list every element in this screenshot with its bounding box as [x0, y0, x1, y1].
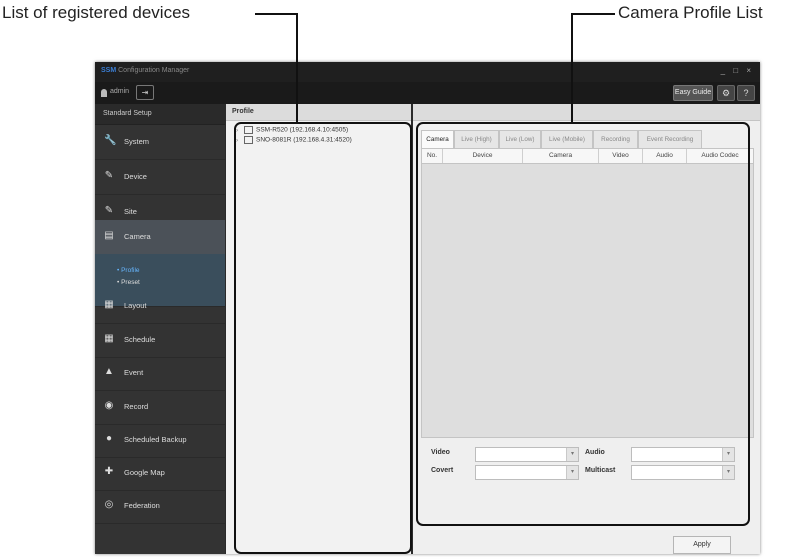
help-icon[interactable]: ? [737, 85, 755, 101]
sidebar-item-label: Federation [124, 501, 160, 510]
title-bar: SSM Configuration Manager _ □ × [95, 62, 760, 82]
sidebar-item-label: Device [124, 172, 147, 181]
sidebar-item-label: Event [124, 368, 144, 377]
leader-line [571, 13, 615, 15]
sidebar-item-label: Schedule [124, 335, 156, 344]
sidebar-item-event[interactable]: ▲ Event [95, 356, 225, 391]
layout-icon: ▦ [104, 299, 114, 310]
callout-box-devices [234, 122, 412, 554]
sidebar-item-scheduled-backup[interactable]: ● Scheduled Backup [95, 423, 225, 458]
sidebar-item-federation[interactable]: ◎ Federation [95, 489, 225, 524]
leader-line [296, 13, 298, 123]
backup-icon: ● [105, 433, 113, 444]
sidebar-item-label: System [124, 137, 150, 146]
leader-line [255, 13, 297, 15]
app-title-text: Configuration Manager [118, 67, 190, 74]
sidebar-item-device[interactable]: ✎ Device [95, 160, 225, 195]
gear-icon[interactable]: ⚙ [717, 85, 735, 101]
apply-button[interactable]: Apply [673, 536, 731, 554]
user-bar: admin ⇥ Easy Guide ⚙ ? [95, 82, 760, 104]
callout-box-profiles [416, 122, 750, 526]
sidebar-item-layout[interactable]: ▦ Layout [95, 289, 225, 324]
wrench-icon: 🔧 [104, 135, 117, 146]
map-icon: ✚ [104, 466, 114, 477]
sidebar: Standard Setup 🔧 System ✎ Device ✎ Site … [95, 104, 225, 554]
window-controls[interactable]: _ □ × [721, 66, 754, 75]
edit-icon: ✎ [104, 170, 114, 181]
sidebar-item-label: Scheduled Backup [124, 435, 187, 444]
sidebar-item-label: Google Map [124, 468, 165, 477]
sidebar-item-record[interactable]: ◉ Record [95, 390, 225, 425]
app-brand: SSM [101, 67, 117, 74]
sidebar-item-label: Camera [124, 232, 151, 241]
user-icon [101, 89, 107, 97]
sidebar-item-system[interactable]: 🔧 System [95, 125, 225, 160]
easy-guide-button[interactable]: Easy Guide [673, 85, 713, 101]
sidebar-item-label: Site [124, 207, 137, 216]
calendar-icon: ▦ [104, 333, 114, 344]
submenu-item-preset[interactable]: • Preset [117, 279, 140, 286]
profile-panel-header [413, 104, 760, 121]
callout-profile-label: Camera Profile List [618, 3, 763, 22]
sidebar-item-schedule[interactable]: ▦ Schedule [95, 323, 225, 358]
camera-list-icon: ▤ [104, 230, 114, 241]
sidebar-header: Standard Setup [95, 104, 225, 125]
callout-devices-label: List of registered devices [2, 3, 191, 22]
submenu-item-profile[interactable]: • Profile [117, 267, 140, 274]
federation-icon: ◎ [104, 499, 114, 510]
leader-line [571, 13, 573, 123]
sidebar-item-label: Layout [124, 301, 147, 310]
user-name: admin [110, 88, 130, 95]
sidebar-item-camera[interactable]: ▤ Camera [95, 220, 225, 255]
alarm-icon: ▲ [104, 366, 114, 377]
sidebar-item-label: Record [124, 402, 149, 411]
profile-header: Profile [226, 104, 411, 121]
edit-icon: ✎ [104, 205, 114, 216]
record-icon: ◉ [104, 400, 114, 411]
sidebar-item-google-map[interactable]: ✚ Google Map [95, 456, 225, 491]
app-title: SSM Configuration Manager [101, 67, 189, 74]
logout-button[interactable]: ⇥ [136, 85, 154, 100]
